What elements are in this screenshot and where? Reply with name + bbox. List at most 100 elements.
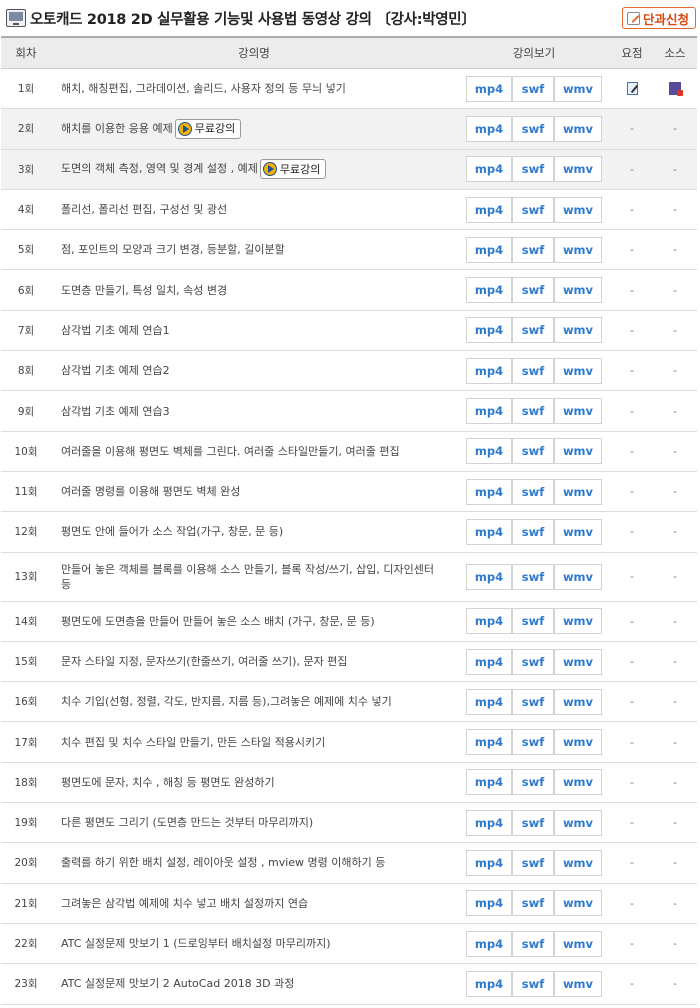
swf-link[interactable]: swf — [512, 648, 554, 675]
mp4-link[interactable]: mp4 — [466, 518, 512, 545]
swf-link[interactable]: swf — [512, 729, 554, 756]
mp4-link[interactable]: mp4 — [466, 115, 512, 142]
format-links: mp4 swf wmv — [457, 802, 611, 844]
swf-link[interactable]: swf — [512, 688, 554, 715]
free-lecture-button[interactable]: 무료강의 — [174, 118, 242, 139]
enroll-label: 단과신청 — [642, 11, 689, 27]
swf-link[interactable]: swf — [512, 75, 554, 102]
mp4-link[interactable]: mp4 — [466, 398, 512, 425]
swf-link[interactable]: swf — [512, 809, 554, 836]
mp4-link[interactable]: mp4 — [466, 970, 512, 997]
swf-link[interactable]: swf — [512, 156, 554, 183]
wmv-link[interactable]: wmv — [554, 398, 602, 425]
wmv-link[interactable]: wmv — [554, 317, 602, 344]
source-download[interactable] — [653, 68, 697, 110]
source-empty: - — [653, 721, 697, 763]
wmv-link[interactable]: wmv — [554, 236, 602, 263]
mp4-link[interactable]: mp4 — [466, 236, 512, 263]
swf-link[interactable]: swf — [512, 563, 554, 590]
format-links: mp4 swf wmv — [457, 390, 611, 432]
mp4-link[interactable]: mp4 — [466, 688, 512, 715]
mp4-link[interactable]: mp4 — [466, 608, 512, 635]
swf-link[interactable]: swf — [512, 357, 554, 384]
memo-icon[interactable] — [626, 82, 638, 96]
wmv-link[interactable]: wmv — [554, 688, 602, 715]
wmv-link[interactable]: wmv — [554, 156, 602, 183]
monitor-icon — [6, 9, 26, 27]
mp4-link[interactable]: mp4 — [466, 648, 512, 675]
enroll-button[interactable]: 단과신청 — [621, 7, 696, 29]
swf-link[interactable]: swf — [512, 115, 554, 142]
wmv-link[interactable]: wmv — [554, 608, 602, 635]
wmv-link[interactable]: wmv — [554, 277, 602, 304]
mp4-link[interactable]: mp4 — [466, 563, 512, 590]
swf-link[interactable]: swf — [512, 849, 554, 876]
source-empty: - — [653, 350, 697, 392]
swf-link[interactable]: swf — [512, 478, 554, 505]
format-links: mp4 swf wmv — [457, 681, 611, 723]
swf-link[interactable]: swf — [512, 769, 554, 796]
free-lecture-button[interactable]: 무료강의 — [259, 159, 327, 180]
summary-download[interactable] — [611, 68, 653, 110]
mp4-link[interactable]: mp4 — [466, 75, 512, 102]
swf-link[interactable]: swf — [512, 317, 554, 344]
mp4-link[interactable]: mp4 — [466, 849, 512, 876]
header-summary: 요점 — [611, 36, 653, 69]
wmv-link[interactable]: wmv — [554, 563, 602, 590]
swf-link[interactable]: swf — [512, 236, 554, 263]
mp4-link[interactable]: mp4 — [466, 196, 512, 223]
lecture-number: 23회 — [1, 963, 51, 1005]
wmv-link[interactable]: wmv — [554, 849, 602, 876]
wmv-link[interactable]: wmv — [554, 970, 602, 997]
wmv-link[interactable]: wmv — [554, 890, 602, 917]
swf-link[interactable]: swf — [512, 970, 554, 997]
wmv-link[interactable]: wmv — [554, 648, 602, 675]
swf-link[interactable]: swf — [512, 398, 554, 425]
source-empty: - — [653, 681, 697, 723]
lecture-title: 평면도에 문자, 치수 , 해칭 등 평면도 완성하기 — [61, 775, 275, 789]
lecture-title-cell: 점, 포인트의 모양과 크기 변경, 등분할, 길이분할 — [51, 229, 457, 271]
wmv-link[interactable]: wmv — [554, 115, 602, 142]
swf-link[interactable]: swf — [512, 518, 554, 545]
wmv-link[interactable]: wmv — [554, 75, 602, 102]
mp4-link[interactable]: mp4 — [466, 478, 512, 505]
lecture-number: 20회 — [1, 842, 51, 884]
wmv-link[interactable]: wmv — [554, 518, 602, 545]
swf-link[interactable]: swf — [512, 438, 554, 465]
swf-link[interactable]: swf — [512, 196, 554, 223]
header-source: 소스 — [653, 36, 697, 69]
swf-link[interactable]: swf — [512, 930, 554, 957]
mp4-link[interactable]: mp4 — [466, 317, 512, 344]
mp4-link[interactable]: mp4 — [466, 156, 512, 183]
mp4-link[interactable]: mp4 — [466, 769, 512, 796]
wmv-link[interactable]: wmv — [554, 438, 602, 465]
mp4-link[interactable]: mp4 — [466, 438, 512, 465]
source-empty: - — [653, 269, 697, 311]
archive-icon[interactable] — [669, 82, 683, 97]
swf-link[interactable]: swf — [512, 890, 554, 917]
wmv-link[interactable]: wmv — [554, 729, 602, 756]
mp4-link[interactable]: mp4 — [466, 809, 512, 836]
wmv-link[interactable]: wmv — [554, 769, 602, 796]
wmv-link[interactable]: wmv — [554, 930, 602, 957]
source-empty: - — [653, 762, 697, 804]
mp4-link[interactable]: mp4 — [466, 357, 512, 384]
wmv-link[interactable]: wmv — [554, 478, 602, 505]
summary-empty: - — [611, 883, 653, 924]
lecture-title-cell: 평면도 안에 들어가 소스 작업(가구, 창문, 문 등) — [51, 511, 457, 553]
wmv-link[interactable]: wmv — [554, 357, 602, 384]
wmv-link[interactable]: wmv — [554, 196, 602, 223]
swf-link[interactable]: swf — [512, 608, 554, 635]
summary-empty: - — [611, 431, 653, 472]
mp4-link[interactable]: mp4 — [466, 930, 512, 957]
swf-link[interactable]: swf — [512, 277, 554, 304]
table-row: 9회 삼각법 기초 예제 연습3 mp4 swf wmv - - — [1, 390, 697, 432]
summary-empty: - — [611, 511, 653, 553]
lecture-number: 4회 — [1, 189, 51, 231]
mp4-link[interactable]: mp4 — [466, 890, 512, 917]
summary-empty: - — [611, 762, 653, 804]
free-lecture-label: 무료강의 — [279, 162, 321, 176]
wmv-link[interactable]: wmv — [554, 809, 602, 836]
mp4-link[interactable]: mp4 — [466, 729, 512, 756]
mp4-link[interactable]: mp4 — [466, 277, 512, 304]
